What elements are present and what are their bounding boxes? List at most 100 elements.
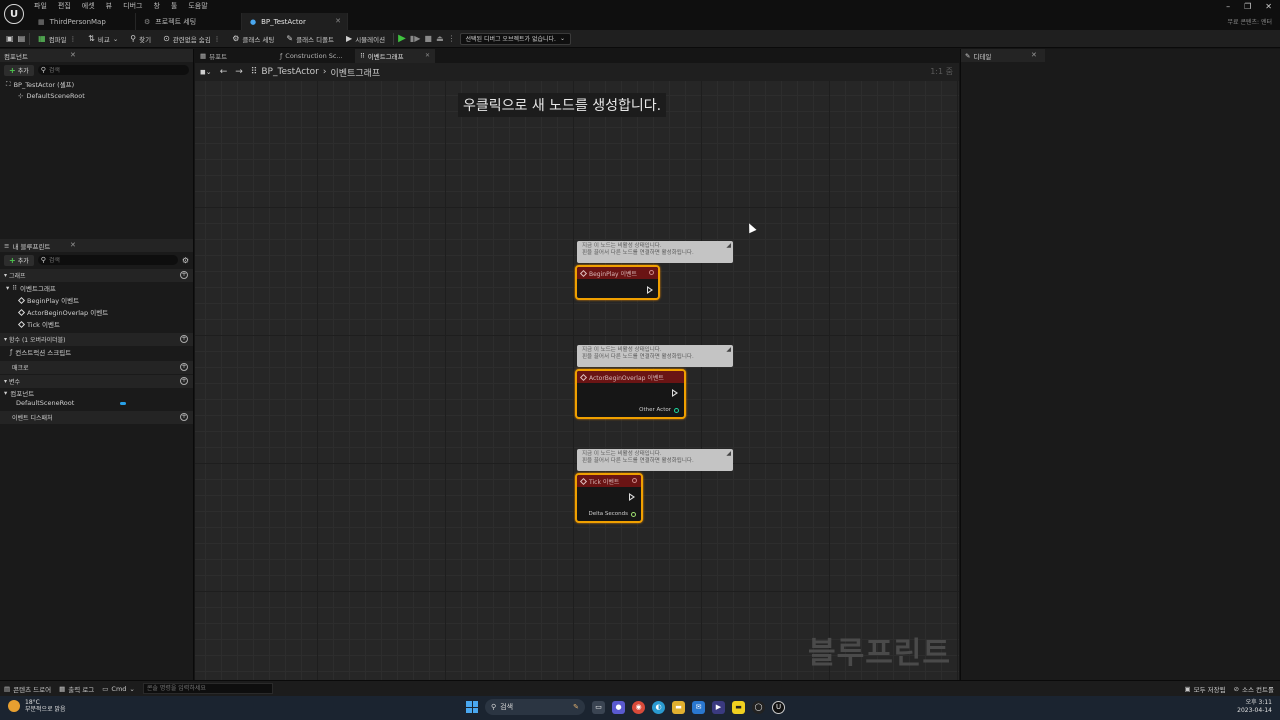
menu-window[interactable]: 창 [153,1,159,11]
source-control-button[interactable]: ⊘ 소스 컨트롤 [1234,684,1274,694]
add-variable-icon[interactable]: + [180,377,188,385]
menu-tools[interactable]: 툴 [171,1,177,11]
tab-construction-script[interactable]: ƒ Construction Sc... [275,49,355,63]
add-component-button[interactable]: + 추가 [4,64,34,76]
delegate-pin-icon[interactable] [632,478,637,483]
more-options-icon[interactable]: ⋮ [70,35,77,43]
gear-icon[interactable]: ⚙ [182,256,189,265]
play-icon[interactable]: ▶ [398,33,406,44]
exec-output-pin[interactable] [672,389,678,397]
tab-project-settings[interactable]: ⚙ 프로젝트 세팅 [136,13,242,30]
kakaotalk-icon[interactable]: ▬ [732,700,745,714]
event-graph-canvas[interactable]: 우클릭으로 새 노드를 생성합니다. 지금 이 노드는 비활성 상태입니다. 핀… [195,81,959,680]
tab-components[interactable]: 컴포넌트 ✕ [0,49,193,62]
tab-my-blueprint[interactable]: ≡ 내 블루프린트 ✕ [0,239,193,252]
add-function-icon[interactable]: + [180,335,188,343]
exec-output-pin[interactable] [629,493,635,501]
tab-bp-testactor[interactable]: ● BP_TestActor ✕ [242,13,348,30]
variables-section[interactable]: ▾ 변수 + [0,375,193,388]
github-icon[interactable]: ◯ [752,700,765,714]
windows-start-icon[interactable] [466,701,478,713]
event-dispatchers-section[interactable]: 이벤트 디스패처 + [0,411,193,424]
beginplay-event-node[interactable]: BeginPlay 이벤트 [575,265,660,300]
list-item[interactable]: BeginPlay 이벤트 [0,294,193,306]
more-options-icon[interactable]: ⋮ [448,34,456,43]
add-macro-icon[interactable]: + [180,363,188,371]
close-icon[interactable]: ✕ [335,17,341,25]
debug-object-select[interactable]: 선택된 디버그 오브젝트가 없습니다. ⌄ [459,32,571,45]
disabled-node-comment[interactable]: 지금 이 노드는 비활성 상태입니다. 핀을 끌어서 다른 노드를 연결하면 활… [577,449,733,471]
list-item[interactable]: ActorBeginOverlap 이벤트 [0,306,193,318]
find-button[interactable]: ⚲ 찾기 [126,32,155,46]
exec-output-pin[interactable] [647,286,653,294]
menu-view[interactable]: 뷰 [106,1,112,11]
edge-icon[interactable]: ◐ [652,700,665,714]
more-options-icon[interactable]: ⋮ [214,35,221,43]
disabled-node-comment[interactable]: 지금 이 노드는 비활성 상태입니다. 핀을 끌어서 다른 노드를 연결하면 활… [577,345,733,367]
compile-button[interactable]: ▦ 컴파일 ⋮ [34,32,80,46]
close-window-button[interactable]: ✕ [1265,2,1272,11]
stop-icon[interactable]: ■ [424,34,432,43]
taskbar-search[interactable]: ⚲ 검색 ✎ [485,699,585,715]
unreal-logo-icon[interactable]: U [4,4,24,24]
menu-file[interactable]: 파일 [34,1,47,11]
macros-section[interactable]: 매크로 + [0,361,193,374]
tick-event-node[interactable]: Tick 이벤트 Delta Seconds [575,473,643,523]
simulation-button[interactable]: ▶ 시뮬레이션 [342,32,389,46]
step-icon[interactable]: ▮▶ [410,34,421,43]
functions-section[interactable]: ▾ 함수 (1 오버라이더블) + [0,333,193,346]
delegate-pin-icon[interactable] [649,270,654,275]
unreal-engine-icon[interactable]: U [772,700,785,714]
delta-seconds-pin[interactable]: Delta Seconds [588,511,636,517]
variable-row[interactable]: DefaultSceneRoot [0,397,193,409]
menu-help[interactable]: 도움말 [188,1,207,11]
component-child-row[interactable]: ⊹ DefaultSceneRoot [0,90,193,102]
close-icon[interactable]: ✕ [70,241,76,249]
menu-debug[interactable]: 디버그 [123,1,142,11]
console-command-input[interactable] [142,683,273,694]
maximize-button[interactable]: ❐ [1244,2,1251,11]
chat-icon[interactable]: ● [612,700,625,714]
save-icon[interactable]: ▣ [6,34,14,43]
tab-event-graph[interactable]: ⠿ 이벤트그래프 ✕ [355,49,435,63]
back-arrow-icon[interactable]: ← [220,67,228,77]
eject-icon[interactable]: ⏏ [436,34,444,43]
browse-icon[interactable]: ▤ [18,34,26,43]
tab-viewport[interactable]: ▦ 뷰포트 [195,49,275,63]
file-explorer-icon[interactable]: ▬ [672,700,685,714]
system-clock[interactable]: 오후 3:11 2023-04-14 [1237,699,1272,715]
minimize-button[interactable]: – [1226,2,1230,11]
chrome-icon[interactable]: ◉ [632,700,645,714]
output-log-button[interactable]: ▦ 출력 로그 [59,684,94,694]
save-all-button[interactable]: ▣ 모두 저장됨 [1184,684,1225,694]
close-icon[interactable]: ✕ [70,51,76,59]
forward-arrow-icon[interactable]: → [235,67,243,77]
graphs-section[interactable]: ▾ 그래프 + [0,269,193,282]
close-icon[interactable]: ✕ [425,52,430,59]
add-dispatcher-icon[interactable]: + [180,413,188,421]
construction-script-row[interactable]: ƒ 컨스트럭션 스크립트 [0,346,193,358]
components-category-row[interactable]: ▾ 컴포넌트 [0,388,193,398]
class-defaults-button[interactable]: ✎ 클래스 디폴트 [282,32,338,46]
mail-icon[interactable]: ✉ [692,700,705,714]
tab-details[interactable]: ✎ 디테일 ✕ [961,49,1045,62]
actorbeginoverlap-event-node[interactable]: ActorBeginOverlap 이벤트 Other Actor [575,369,686,419]
class-settings-button[interactable]: ⚙ 클래스 세팅 [228,32,278,46]
bookmark-icon[interactable]: ◼⌄ [200,68,212,76]
my-blueprint-search-input[interactable] [48,256,178,264]
other-actor-pin[interactable]: Other Actor [639,407,679,413]
breadcrumb-current[interactable]: 이벤트그래프 [331,66,381,79]
disabled-node-comment[interactable]: 지금 이 노드는 비활성 상태입니다. 핀을 끌어서 다른 노드를 연결하면 활… [577,241,733,263]
cmd-select[interactable]: ▭ Cmd ⌄ [102,685,135,693]
tab-thirdpersonmap[interactable]: ▦ ThirdPersonMap [30,13,136,30]
menu-asset[interactable]: 에셋 [82,1,95,11]
weather-widget[interactable]: 18°C 부분적으로 맑음 [8,699,66,713]
event-graph-row[interactable]: ▾ ⠿ 이벤트그래프 [0,282,193,294]
hide-unrelated-button[interactable]: ⊙ 관련없음 숨김 ⋮ [159,32,224,46]
component-root-row[interactable]: ⛶ BP_TestActor (셀프) [0,78,193,90]
media-player-icon[interactable]: ▶ [712,700,725,714]
list-item[interactable]: Tick 이벤트 [0,318,193,330]
add-member-button[interactable]: + 추가 [4,254,34,266]
close-icon[interactable]: ✕ [1031,51,1037,59]
add-graph-icon[interactable]: + [180,271,188,279]
